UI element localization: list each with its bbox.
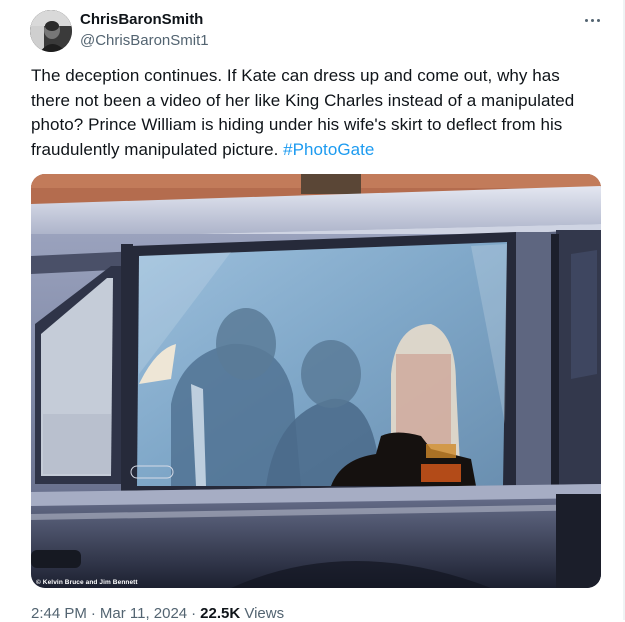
- more-options-icon[interactable]: [578, 10, 606, 30]
- tweet-photo[interactable]: © Kelvin Bruce and Jim Bennett: [31, 174, 601, 588]
- views-label: Views: [240, 605, 285, 622]
- separator: ·: [90, 605, 96, 622]
- profile-photo-icon: [30, 10, 72, 52]
- display-name[interactable]: ChrisBaronSmith: [80, 11, 203, 28]
- tweet-date[interactable]: Mar 11, 2024: [100, 605, 187, 622]
- photo-credit: © Kelvin Bruce and Jim Bennett: [36, 579, 138, 586]
- separator: ·: [191, 605, 197, 622]
- user-handle[interactable]: @ChrisBaronSmit1: [80, 32, 209, 49]
- tweet-metadata: 2:44 PM · Mar 11, 2024 · 22.5K Views: [31, 605, 284, 622]
- car-photo: [31, 174, 601, 588]
- tweet: ChrisBaronSmith @ChrisBaronSmit1 The dec…: [0, 0, 625, 622]
- hashtag-link[interactable]: #PhotoGate: [283, 140, 374, 159]
- views-count: 22.5K: [200, 605, 241, 622]
- tweet-time[interactable]: 2:44 PM: [31, 605, 87, 622]
- avatar[interactable]: [30, 10, 72, 52]
- tweet-text: The deception continues. If Kate can dre…: [31, 64, 601, 162]
